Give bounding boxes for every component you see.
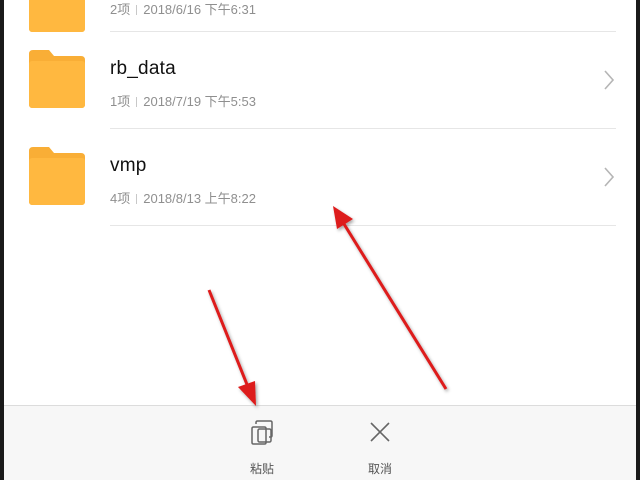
folder-icon: [29, 0, 85, 32]
folder-name: rb_data: [110, 58, 176, 79]
paste-button[interactable]: 粘贴: [222, 406, 302, 480]
folder-item-count: 2项: [110, 2, 131, 17]
file-manager-screen: 2项 2018/6/16 下午6:31 rb_data 1项 2018/7/19 下…: [4, 0, 636, 480]
row-divider: [110, 225, 616, 226]
folder-icon: [29, 147, 85, 205]
folder-item-count: 4项: [110, 191, 131, 206]
close-icon: [370, 422, 390, 442]
paste-icon: [251, 420, 273, 445]
folder-name: vmp: [110, 155, 147, 176]
folder-icon: [29, 50, 85, 108]
folder-item-count: 1项: [110, 94, 131, 109]
cancel-label: 取消: [367, 462, 392, 476]
folder-row-rb-data[interactable]: rb_data 1项 2018/7/19 下午5:53: [4, 32, 636, 129]
folder-meta: 2项 2018/6/16 下午6:31: [110, 0, 256, 18]
folder-modified-date: 2018/6/16 下午6:31: [143, 2, 256, 17]
meta-separator: [136, 5, 138, 15]
chevron-right-icon: [604, 167, 615, 187]
cancel-button[interactable]: 取消: [340, 406, 420, 480]
bottom-toolbar: 粘贴 取消: [4, 405, 636, 480]
folder-meta: 4项 2018/8/13 上午8:22: [110, 188, 256, 207]
meta-separator: [136, 97, 138, 107]
folder-meta: 1项 2018/7/19 下午5:53: [110, 91, 256, 110]
folder-modified-date: 2018/8/13 上午8:22: [143, 191, 256, 206]
paste-label: 粘贴: [249, 462, 274, 476]
folder-row-vmp[interactable]: vmp 4项 2018/8/13 上午8:22: [4, 129, 636, 226]
folder-modified-date: 2018/7/19 下午5:53: [143, 94, 256, 109]
meta-separator: [136, 194, 138, 204]
chevron-right-icon: [604, 70, 615, 90]
